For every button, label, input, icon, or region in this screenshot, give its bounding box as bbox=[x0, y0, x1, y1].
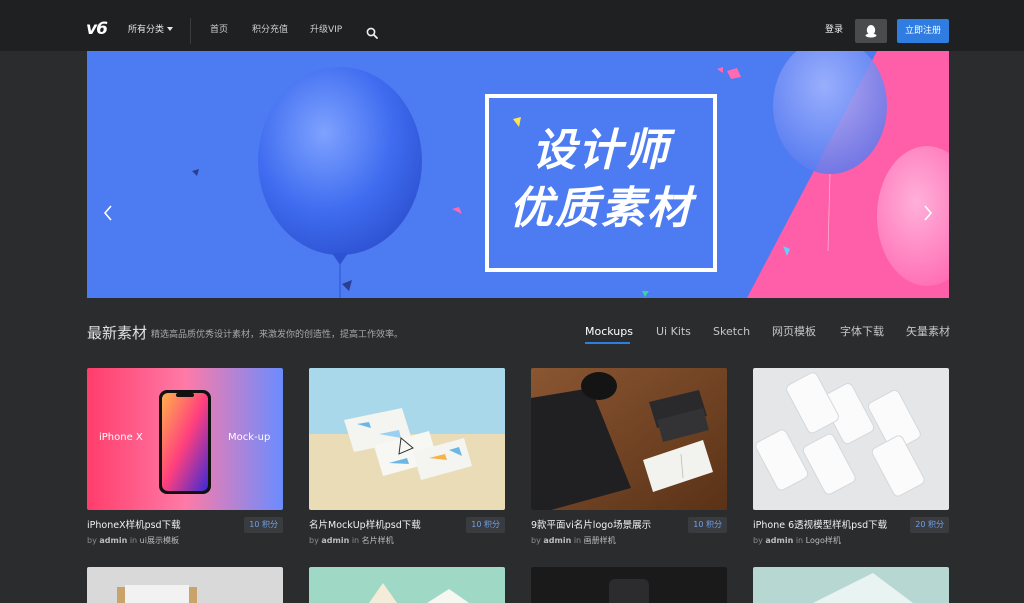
card-meta: by admin in 名片样机 bbox=[309, 535, 394, 547]
points-badge: 10 积分 bbox=[466, 517, 505, 533]
category-link[interactable]: 画册样机 bbox=[584, 536, 616, 545]
active-tab-indicator bbox=[585, 342, 630, 344]
meta-in: in bbox=[351, 536, 360, 545]
search-icon[interactable] bbox=[366, 24, 378, 39]
points-badge: 10 积分 bbox=[688, 517, 727, 533]
card-thumbnail[interactable] bbox=[531, 567, 727, 603]
card-meta: by admin in Logo样机 bbox=[753, 535, 841, 547]
author-link[interactable]: admin bbox=[543, 536, 571, 545]
points-badge: 20 积分 bbox=[910, 517, 949, 533]
card-thumbnail[interactable] bbox=[753, 368, 949, 510]
qq-icon bbox=[865, 25, 877, 38]
nav-home[interactable]: 首页 bbox=[210, 23, 228, 37]
tab-mockups[interactable]: Mockups bbox=[585, 324, 633, 340]
hero-banner[interactable]: 设计师 优质素材 bbox=[87, 51, 949, 298]
card-thumbnail[interactable]: iPhone X Mock-up bbox=[87, 368, 283, 510]
card-thumbnail[interactable] bbox=[309, 567, 505, 603]
tab-vector-assets[interactable]: 矢量素材 bbox=[906, 324, 950, 340]
author-link[interactable]: admin bbox=[765, 536, 793, 545]
login-link[interactable]: 登录 bbox=[825, 23, 843, 37]
top-navbar: v6 所有分类 首页 积分充值 升级VIP 登录 立即注册 bbox=[0, 0, 1024, 51]
meta-by: by bbox=[87, 536, 97, 545]
author-link[interactable]: admin bbox=[321, 536, 349, 545]
card-meta: by admin in ui展示模板 bbox=[87, 535, 179, 547]
banner-headline-box: 设计师 优质素材 bbox=[485, 94, 717, 272]
card-title[interactable]: iPhone 6透视模型样机psd下载 bbox=[753, 519, 887, 533]
author-link[interactable]: admin bbox=[99, 536, 127, 545]
meta-by: by bbox=[753, 536, 763, 545]
card-thumbnail[interactable] bbox=[309, 368, 505, 510]
banner-headline-line1: 设计师 bbox=[532, 125, 670, 176]
meta-in: in bbox=[573, 536, 582, 545]
thumbnail-label-right: Mock-up bbox=[228, 432, 271, 443]
meta-by: by bbox=[531, 536, 541, 545]
points-badge: 10 积分 bbox=[244, 517, 283, 533]
card-title[interactable]: 9款平面vi名片logo场景展示 bbox=[531, 519, 651, 533]
thumbnail-label-left: iPhone X bbox=[99, 432, 143, 443]
meta-by: by bbox=[309, 536, 319, 545]
tab-font-download[interactable]: 字体下载 bbox=[840, 324, 884, 340]
meta-in: in bbox=[129, 536, 138, 545]
meta-in: in bbox=[795, 536, 804, 545]
chevron-left-icon[interactable] bbox=[101, 203, 115, 223]
section-description: 精选高品质优秀设计素材，来激发你的创造性，提高工作效率。 bbox=[151, 330, 404, 340]
category-link[interactable]: Logo样机 bbox=[806, 536, 841, 545]
card-thumbnail[interactable] bbox=[87, 567, 283, 603]
banner-headline-line2: 优质素材 bbox=[509, 183, 693, 234]
category-link[interactable]: 名片样机 bbox=[362, 536, 394, 545]
section-title: 最新素材 bbox=[87, 324, 148, 342]
category-link[interactable]: ui展示模板 bbox=[140, 536, 179, 545]
card-title[interactable]: 名片MockUp样机psd下载 bbox=[309, 519, 421, 533]
qq-login-button[interactable] bbox=[855, 19, 887, 43]
tab-sketch[interactable]: Sketch bbox=[713, 324, 750, 340]
caret-down-icon[interactable] bbox=[167, 27, 173, 31]
card-meta: by admin in 画册样机 bbox=[531, 535, 616, 547]
nav-points-recharge[interactable]: 积分充值 bbox=[252, 23, 288, 37]
nav-divider bbox=[190, 18, 191, 44]
card-title[interactable]: iPhoneX样机psd下载 bbox=[87, 519, 181, 533]
category-menu[interactable]: 所有分类 bbox=[128, 23, 164, 37]
tab-web-templates[interactable]: 网页模板 bbox=[772, 324, 816, 340]
site-logo[interactable]: v6 bbox=[86, 19, 110, 39]
card-thumbnail[interactable] bbox=[753, 567, 949, 603]
card-thumbnail[interactable] bbox=[531, 368, 727, 510]
chevron-right-icon[interactable] bbox=[921, 203, 935, 223]
register-button[interactable]: 立即注册 bbox=[897, 19, 949, 43]
tab-ui-kits[interactable]: Ui Kits bbox=[656, 324, 691, 340]
nav-upgrade-vip[interactable]: 升级VIP bbox=[310, 23, 342, 37]
